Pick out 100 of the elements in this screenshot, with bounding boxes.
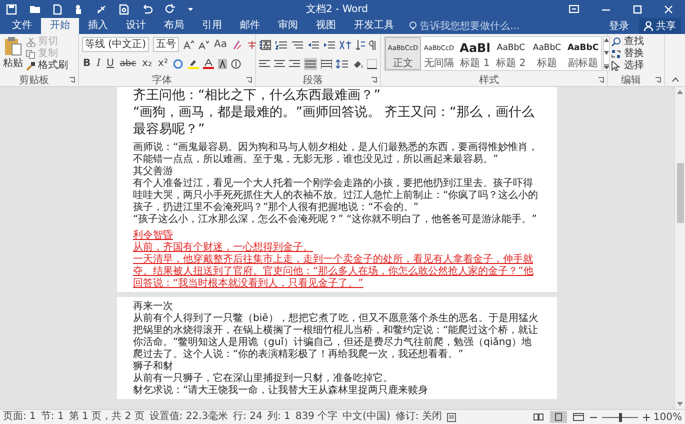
increase-indent-icon[interactable] (323, 40, 335, 50)
align-center-icon[interactable] (274, 58, 285, 68)
paste-button[interactable]: 粘贴 (3, 36, 23, 73)
character-shading-icon[interactable] (218, 58, 227, 68)
font-color-icon[interactable] (202, 58, 214, 68)
pen-icon[interactable] (96, 4, 107, 14)
asian-layout-icon[interactable] (339, 40, 351, 50)
share-button[interactable]: 共享 (639, 18, 681, 34)
lightbulb-icon (409, 21, 417, 31)
numbered-list-icon[interactable] (275, 40, 287, 50)
macro-record-icon[interactable] (446, 412, 456, 422)
dialog-launcher-icon[interactable] (598, 76, 604, 82)
enclosed-character-icon[interactable] (230, 58, 241, 68)
format-painter-button[interactable]: 格式刷 (26, 60, 68, 72)
ribbon-tab[interactable]: 设计 (117, 18, 155, 34)
ribbon-tab[interactable]: 开发工具 (345, 18, 403, 34)
more-icon[interactable] (604, 64, 609, 69)
ribbon-tab[interactable]: 插入 (79, 18, 117, 34)
search-icon (611, 37, 621, 47)
sign-in-link[interactable]: 登录 (609, 19, 629, 33)
find-button[interactable]: 查找 (611, 36, 644, 48)
style-name: 标题 (537, 56, 557, 70)
borders-icon[interactable] (367, 58, 377, 68)
font-style-button[interactable]: abc (118, 58, 138, 68)
text-effects-icon[interactable] (172, 58, 184, 68)
replace-button[interactable]: 替换 (611, 48, 644, 60)
line-spacing-icon[interactable] (336, 58, 348, 68)
align-left-icon[interactable] (259, 58, 270, 68)
redo-icon[interactable] (165, 4, 175, 14)
select-button[interactable]: 选择 (611, 60, 644, 72)
font-style-button[interactable]: x² (157, 58, 169, 69)
zoom-in-icon[interactable] (643, 414, 650, 420)
dropdown-arrow-icon[interactable] (187, 6, 194, 12)
group-label: 样式 (478, 74, 500, 86)
paragraph: 从前有一只狮子，它在深山里捕捉到一只豺，准备吃掉它。 (133, 373, 394, 384)
font-style-button[interactable]: I (96, 58, 102, 69)
status-text: 第 1 页，共 2 页 (68, 411, 144, 423)
save-icon[interactable] (6, 4, 17, 14)
paragraph: “孩子这么小，江水那么深，怎么不会淹死呢？” “这你就不明白了，他爸爸可是游泳能手。” (133, 214, 538, 226)
scroll-up-icon[interactable] (604, 38, 609, 42)
document-icon[interactable] (53, 4, 62, 14)
view-button[interactable] (550, 411, 568, 423)
font-style-button[interactable]: U (106, 58, 115, 69)
dialog-launcher-icon[interactable] (371, 76, 377, 82)
zoom-level[interactable]: 100% (653, 412, 682, 422)
close-icon[interactable] (664, 4, 673, 14)
scroll-up-icon[interactable] (677, 90, 683, 94)
shading-icon[interactable] (352, 58, 363, 68)
status-text: 节: 1 (40, 411, 64, 423)
sort-icon[interactable] (355, 40, 365, 50)
multilevel-list-icon[interactable] (291, 40, 303, 50)
vertical-scrollbar[interactable] (674, 87, 685, 409)
justify-icon[interactable] (304, 58, 317, 70)
font-size-dropdown[interactable]: 五号 (152, 37, 179, 52)
distributed-icon[interactable] (321, 58, 332, 68)
paragraph-mark-icon[interactable] (369, 40, 377, 50)
style-option[interactable]: AaBbC 标题 2 (493, 37, 529, 70)
grow-font-icon[interactable] (182, 40, 194, 50)
ribbon-tab[interactable]: 布局 (155, 18, 193, 34)
shrink-font-icon[interactable] (198, 40, 209, 50)
maximize-icon[interactable] (633, 4, 642, 14)
style-option[interactable]: AaBbC 副标题 (565, 37, 601, 70)
print-preview-icon[interactable] (119, 4, 129, 14)
style-option[interactable]: AaBl 标题 1 (457, 37, 493, 70)
dialog-launcher-icon[interactable] (655, 76, 661, 82)
gallery-scroller[interactable] (603, 36, 610, 71)
ribbon-tab[interactable]: 文件 (3, 18, 41, 34)
ribbon-tab[interactable]: 邮件 (231, 18, 269, 34)
scroll-down-icon[interactable] (604, 51, 609, 55)
scroll-down-icon[interactable] (677, 402, 683, 406)
clear-formatting-icon[interactable] (232, 40, 243, 50)
zoom-slider-thumb[interactable] (619, 412, 622, 422)
highlight-icon[interactable] (188, 58, 199, 68)
phonetic-guide-icon[interactable] (246, 40, 257, 50)
undo-icon[interactable] (141, 4, 153, 14)
search-field[interactable]: 告诉我您想要做什么... (420, 20, 550, 32)
style-preview: AaBbC (567, 42, 599, 55)
change-case-button[interactable]: Aa (212, 39, 228, 50)
tracked-insertion: 利令智昏 (133, 230, 174, 242)
dialog-launcher-icon[interactable] (246, 76, 252, 82)
status-text: 设置值: 22.3毫米 (149, 411, 228, 423)
font-style-button[interactable]: B (82, 58, 92, 69)
collapse-ribbon-icon[interactable] (672, 77, 679, 82)
ribbon-tab[interactable]: 视图 (307, 18, 345, 34)
paragraph: 再来一次 (133, 301, 174, 312)
ribbon-tab[interactable]: 引用 (193, 18, 231, 34)
ribbon-tab[interactable]: 开始 (41, 18, 79, 34)
font-name-dropdown[interactable]: 等线 (中文正) (82, 37, 149, 52)
font-style-button[interactable]: x₂ (141, 58, 154, 69)
tracked-insertion: 一天清早，他穿戴整齐后往集市上走，走到一个卖金子的处所，看见有人拿着金子，伸手就夺。结果被人扭送到了官府。官吏问他：“那么多人在场，你怎么敢公然抢人家的金子？”他回答说：“我当时根本就没看到人，只看见金子了。” (133, 254, 534, 290)
style-option[interactable]: AaBbC 标题 (529, 37, 565, 70)
folder-icon[interactable] (29, 4, 41, 14)
align-right-icon[interactable] (289, 58, 300, 68)
replace-icon (611, 49, 621, 59)
paragraph: 有个人准备过江，看见一个大人托着一个刚学会走路的小孩，要把他扔到江里去。孩子吓得哇哇大哭，两只小手死死抓住大人的衣袖不放。过江人急忙上前制止：“你疯了吗？这么小的孩子，扔进江里不会淹死吗？”那个人很有把握地说：“不会的。” (133, 178, 540, 214)
decrease-indent-icon[interactable] (307, 40, 319, 50)
scrollbar-thumb[interactable] (676, 163, 684, 223)
ribbon-display-icon[interactable] (569, 5, 579, 13)
dialog-launcher-icon[interactable] (69, 76, 75, 82)
ribbon-tab[interactable]: 审阅 (269, 18, 307, 34)
